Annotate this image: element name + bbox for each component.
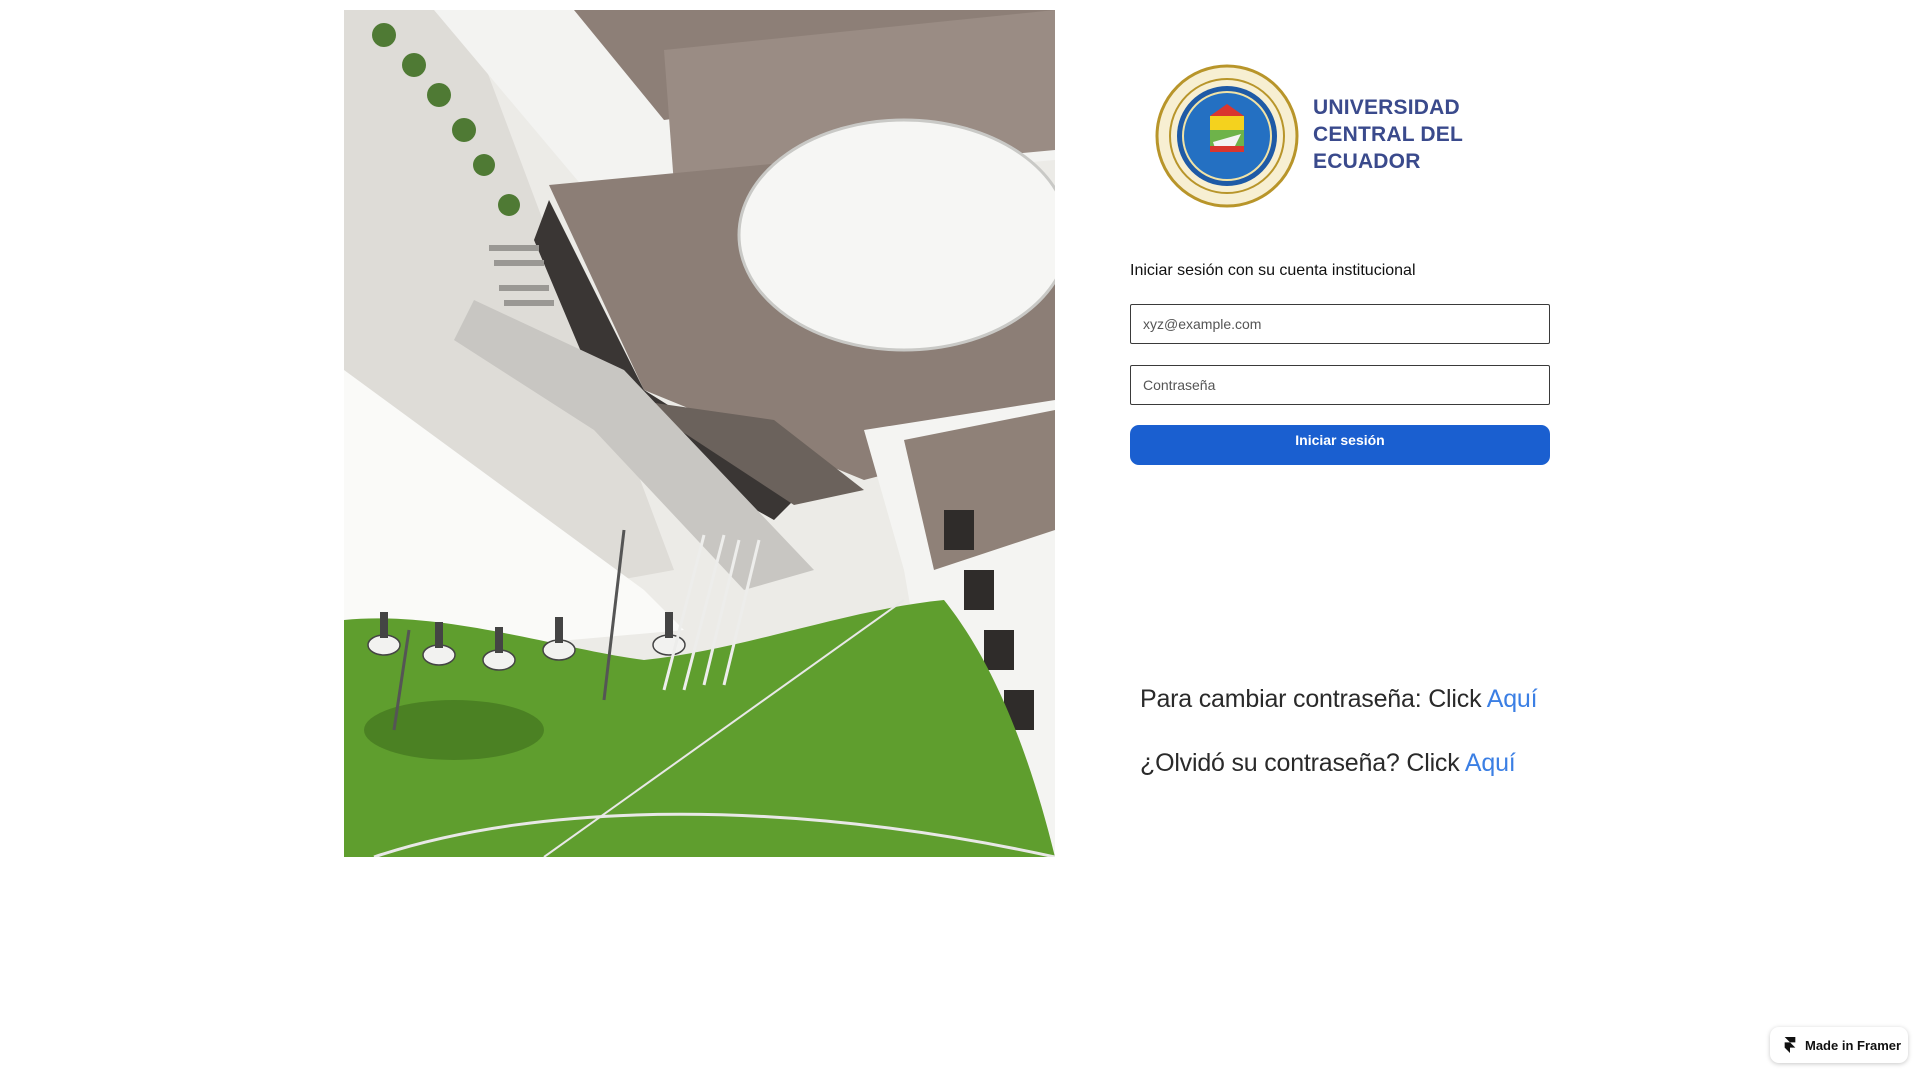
email-input[interactable] <box>1130 304 1550 344</box>
signin-title: Iniciar sesión con su cuenta institucion… <box>1130 262 1416 279</box>
campus-illustration <box>344 10 1055 857</box>
campus-aerial-photo <box>344 10 1055 857</box>
forgot-password-link[interactable]: Aquí <box>1465 749 1516 777</box>
login-panel: UNIVERSIDAD CENTRAL DEL ECUADOR Iniciar … <box>1130 0 1550 1080</box>
university-name-line-2: CENTRAL DEL <box>1313 123 1463 146</box>
password-input[interactable] <box>1130 365 1550 405</box>
forgot-password-line: ¿Olvidó su contraseña? Click Aquí <box>1140 749 1516 778</box>
change-password-text: Para cambiar contraseña: Click <box>1140 685 1487 713</box>
made-in-framer-label: Made in Framer <box>1805 1037 1902 1053</box>
change-password-link[interactable]: Aquí <box>1487 685 1538 713</box>
university-logo: UNIVERSIDAD CENTRAL DEL ECUADOR <box>1155 64 1495 212</box>
login-button[interactable]: Iniciar sesión <box>1130 425 1550 465</box>
framer-logo-icon <box>1784 1037 1796 1053</box>
change-password-line: Para cambiar contraseña: Click Aquí <box>1140 685 1538 714</box>
university-name: UNIVERSIDAD CENTRAL DEL ECUADOR <box>1313 94 1513 175</box>
university-seal-icon <box>1155 64 1299 208</box>
made-in-framer-badge[interactable]: Made in Framer <box>1770 1027 1908 1063</box>
university-name-line-3: ECUADOR <box>1313 150 1421 173</box>
university-name-line-1: UNIVERSIDAD <box>1313 96 1460 119</box>
forgot-password-text: ¿Olvidó su contraseña? Click <box>1140 749 1465 777</box>
